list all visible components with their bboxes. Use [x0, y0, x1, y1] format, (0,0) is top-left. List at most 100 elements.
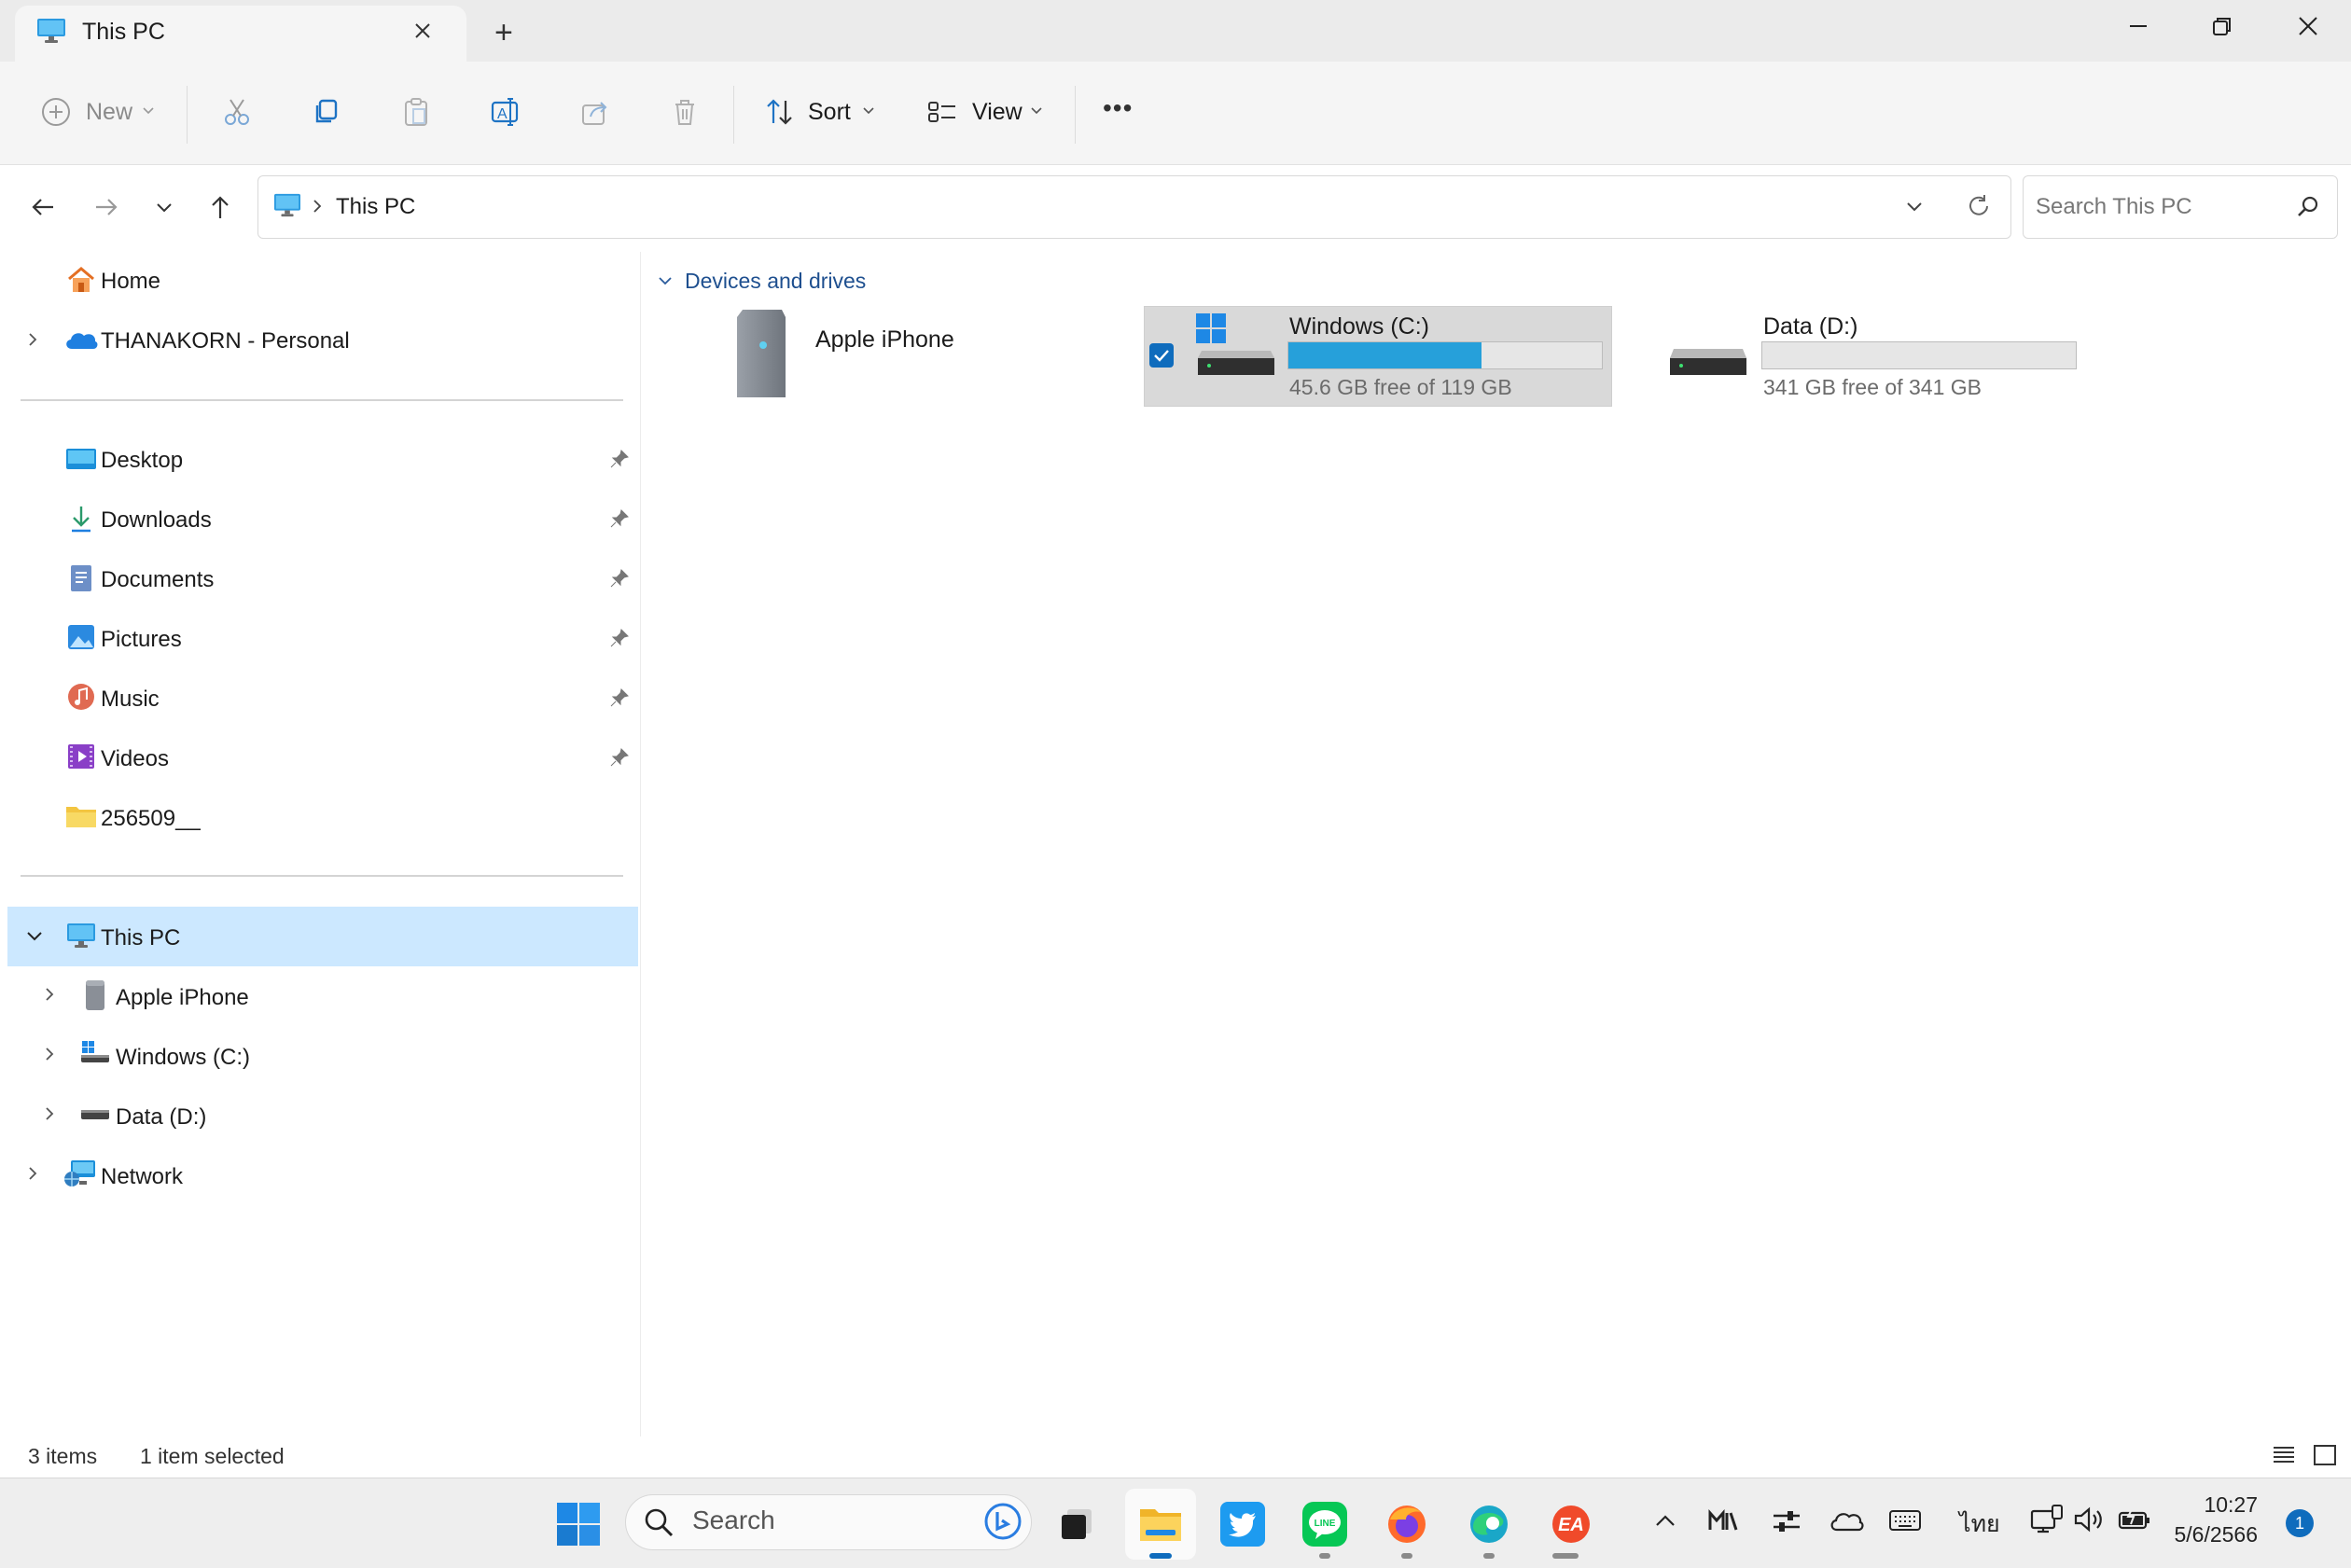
onedrive-tray-icon[interactable] [1829, 1507, 1864, 1533]
device-name: Windows (C:) [1289, 313, 1430, 340]
nav-music[interactable]: Music [101, 687, 160, 713]
nav-data-d[interactable]: Data (D:) [116, 1104, 206, 1131]
nav-this-pc[interactable]: This PC [101, 925, 180, 951]
chevron-down-icon [1030, 104, 1043, 118]
view-icon[interactable] [924, 93, 961, 131]
music-icon [67, 683, 95, 711]
svg-text:LINE: LINE [1315, 1519, 1336, 1529]
firefox-icon[interactable] [1384, 1502, 1429, 1547]
delete-icon[interactable] [666, 93, 703, 131]
ea-app-icon[interactable]: EA [1549, 1502, 1593, 1547]
nav-windows-c[interactable]: Windows (C:) [116, 1045, 250, 1071]
settings-sliders-icon[interactable] [1771, 1506, 1802, 1537]
start-icon[interactable] [556, 1502, 601, 1547]
forward-button[interactable] [86, 187, 127, 228]
keyboard-icon[interactable] [1888, 1507, 1922, 1533]
nav-onedrive[interactable]: THANAKORN - Personal [101, 328, 350, 354]
active-app-indicator [1149, 1553, 1172, 1559]
taskbar-search-box[interactable] [625, 1494, 1032, 1550]
app-tray-icon[interactable] [1707, 1506, 1739, 1537]
running-app-indicator [1401, 1553, 1412, 1559]
nav-network[interactable]: Network [101, 1164, 183, 1190]
pin-icon [608, 567, 631, 590]
clock-date[interactable]: 5/6/2566 [2161, 1522, 2258, 1547]
minimize-button[interactable] [2095, 0, 2181, 52]
paste-icon[interactable] [397, 93, 435, 131]
desktop-icon [65, 446, 97, 472]
breadcrumb-this-pc[interactable]: This PC [336, 194, 415, 220]
chevron-right-icon[interactable] [43, 1045, 58, 1063]
details-view-icon[interactable] [2271, 1442, 2297, 1468]
drive-free-space: 45.6 GB free of 119 GB [1289, 375, 1512, 399]
chevron-right-icon[interactable] [43, 985, 58, 1004]
close-tab-icon[interactable] [410, 19, 435, 43]
nav-apple-iphone[interactable]: Apple iPhone [116, 985, 249, 1011]
edge-icon[interactable] [1467, 1502, 1511, 1547]
phone-icon [731, 308, 789, 403]
nav-desktop[interactable]: Desktop [101, 448, 183, 474]
sort-button[interactable]: Sort [808, 99, 851, 126]
cut-icon[interactable] [218, 93, 256, 131]
show-hidden-icons-icon[interactable] [1651, 1507, 1679, 1535]
nav-videos[interactable]: Videos [101, 746, 169, 772]
volume-icon[interactable] [2073, 1506, 2107, 1533]
documents-icon [69, 563, 93, 593]
see-more-button[interactable]: ••• [1103, 93, 1133, 123]
videos-icon [67, 742, 95, 770]
nav-folder-256509[interactable]: 256509__ [101, 806, 201, 832]
nav-documents[interactable]: Documents [101, 567, 214, 593]
tiles-view-icon[interactable] [2312, 1442, 2338, 1468]
refresh-icon[interactable] [1965, 192, 1993, 220]
battery-icon[interactable] [2118, 1506, 2151, 1533]
search-input[interactable]: Search This PC [2036, 194, 2192, 220]
pin-icon [608, 507, 631, 530]
restore-button[interactable] [2179, 0, 2265, 52]
chevron-down-icon[interactable] [24, 927, 45, 946]
new-button[interactable]: New [86, 99, 132, 126]
nav-pictures[interactable]: Pictures [101, 627, 182, 653]
sort-icon[interactable] [761, 93, 799, 131]
nav-divider [21, 875, 623, 877]
notification-badge[interactable]: 1 [2286, 1509, 2314, 1537]
close-window-button[interactable] [2265, 0, 2351, 52]
running-app-indicator [1552, 1553, 1579, 1559]
status-bar [0, 1436, 2351, 1478]
monitor-icon [65, 922, 97, 950]
windows-drive-icon [1196, 312, 1276, 379]
svg-text:A: A [497, 106, 508, 122]
chevron-right-icon[interactable] [26, 330, 41, 349]
chevron-right-icon[interactable] [26, 1164, 41, 1183]
chevron-down-icon [142, 104, 155, 118]
group-header-devices[interactable]: Devices and drives [685, 269, 866, 294]
bing-icon[interactable] [983, 1502, 1022, 1541]
home-icon [65, 265, 97, 295]
network-tray-icon[interactable] [2030, 1504, 2064, 1535]
task-view-icon[interactable] [1054, 1502, 1099, 1547]
clock-time[interactable]: 10:27 [2179, 1492, 2258, 1518]
address-bar[interactable] [257, 175, 2011, 239]
back-button[interactable] [22, 187, 63, 228]
copy-icon[interactable] [308, 93, 345, 131]
new-icon[interactable] [37, 93, 75, 131]
group-collapse-icon[interactable] [657, 272, 674, 289]
pin-icon [608, 448, 631, 470]
address-dropdown-icon[interactable] [1903, 196, 1926, 218]
windows-drive-icon [80, 1039, 110, 1067]
taskbar-search-label: Search [692, 1506, 775, 1534]
nav-home[interactable]: Home [101, 269, 160, 295]
rename-icon[interactable]: A [487, 93, 524, 131]
nav-downloads[interactable]: Downloads [101, 507, 212, 534]
share-icon[interactable] [577, 93, 614, 131]
file-explorer-icon[interactable] [1138, 1502, 1183, 1547]
new-tab-button[interactable]: + [494, 15, 513, 51]
selection-checkbox[interactable] [1149, 343, 1174, 368]
input-language-indicator[interactable]: ไทย [1959, 1506, 2000, 1543]
twitter-icon[interactable] [1220, 1502, 1265, 1547]
svg-text:EA: EA [1558, 1515, 1584, 1535]
up-button[interactable] [200, 187, 241, 228]
view-button[interactable]: View [972, 99, 1022, 126]
recent-locations-button[interactable] [144, 187, 185, 228]
toolbar-divider [733, 86, 734, 144]
line-icon[interactable]: LINE [1302, 1502, 1347, 1547]
chevron-right-icon[interactable] [43, 1104, 58, 1123]
